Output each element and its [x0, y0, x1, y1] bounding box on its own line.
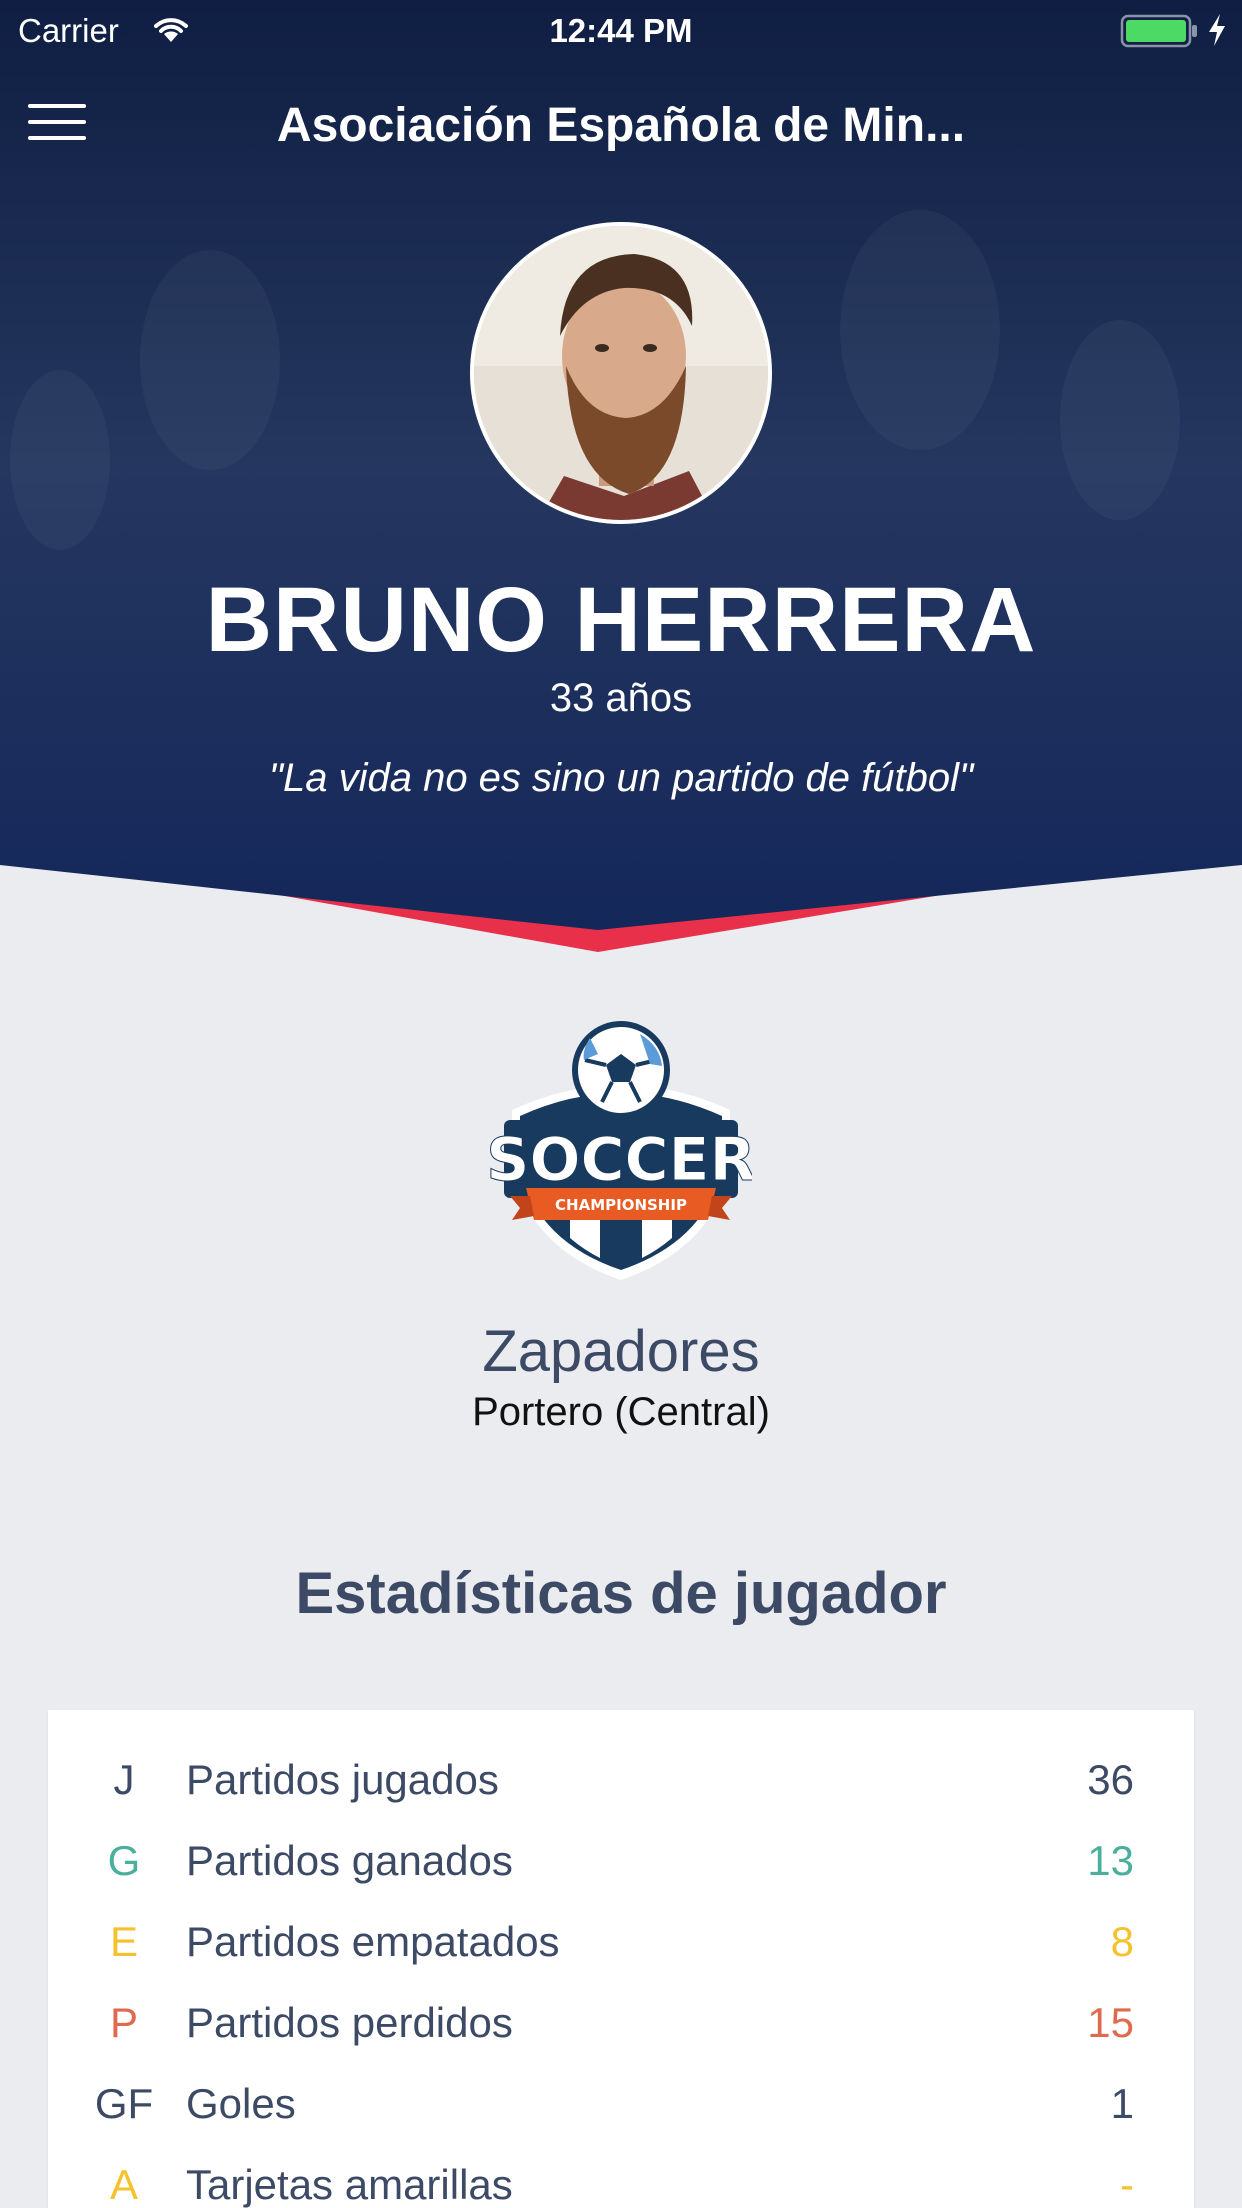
stat-value: 36 [1087, 1756, 1134, 1803]
status-bar: Carrier 12:44 PM [0, 0, 1242, 62]
hamburger-line [28, 136, 86, 140]
player-age: 33 años [549, 676, 693, 720]
hamburger-line [28, 104, 86, 108]
stat-value: 15 [1087, 1999, 1134, 2046]
stat-value: 13 [1087, 1837, 1134, 1884]
player-name: BRUNO HERRERA [205, 569, 1037, 671]
stat-label: Partidos empatados [186, 1918, 560, 1965]
stat-label: Partidos perdidos [186, 1999, 513, 2046]
player-position: Portero (Central) [472, 1390, 770, 1434]
stat-value: - [1120, 2161, 1134, 2208]
stat-row-goals: GF Goles 1 [48, 2064, 1194, 2145]
stat-label: Partidos jugados [186, 1756, 499, 1803]
stats-card: J Partidos jugados 36 G Partidos ganados… [48, 1710, 1194, 2208]
stat-label: Tarjetas amarillas [186, 2161, 513, 2208]
stat-row-lost: P Partidos perdidos 15 [48, 1983, 1194, 2064]
team-logo: SOCCER CHAMPIONSHIP [490, 1021, 752, 1280]
stat-value: 8 [1110, 1918, 1134, 1965]
menu-button[interactable] [28, 102, 88, 146]
stat-abbr: J [113, 1756, 135, 1803]
stat-abbr: G [107, 1837, 141, 1884]
stat-abbr: A [109, 2161, 138, 2208]
page-title: Asociación Española de Min... [276, 99, 966, 152]
stat-row-drawn: E Partidos empatados 8 [48, 1902, 1194, 1983]
stat-abbr: GF [94, 2080, 154, 2127]
battery-icon [1120, 14, 1197, 48]
player-photo [474, 226, 768, 520]
stat-row-yellow-cards: A Tarjetas amarillas - [48, 2145, 1194, 2208]
stat-row-won: G Partidos ganados 13 [48, 1821, 1194, 1902]
stat-label: Goles [186, 2080, 296, 2127]
logo-text: SOCCER [490, 1125, 752, 1195]
stats-heading: Estadísticas de jugador [295, 1561, 947, 1626]
team-name: Zapadores [482, 1319, 760, 1384]
hamburger-line [28, 120, 86, 124]
status-time: 12:44 PM [549, 12, 693, 49]
player-avatar [470, 222, 772, 524]
stat-row-played: J Partidos jugados 36 [48, 1740, 1194, 1821]
logo-subtext: CHAMPIONSHIP [555, 1196, 687, 1214]
charging-bolt-icon [1209, 14, 1225, 46]
stat-value: 1 [1110, 2080, 1134, 2127]
stat-abbr: P [109, 1999, 138, 2046]
stat-abbr: E [109, 1918, 138, 1965]
player-quote: "La vida no es sino un partido de fútbol… [268, 756, 974, 800]
profile-header: Carrier 12:44 PM Asociación Española de … [0, 0, 1242, 960]
navigation-bar: Asociación Española de Min... [0, 80, 1242, 170]
stat-label: Partidos ganados [186, 1837, 513, 1884]
